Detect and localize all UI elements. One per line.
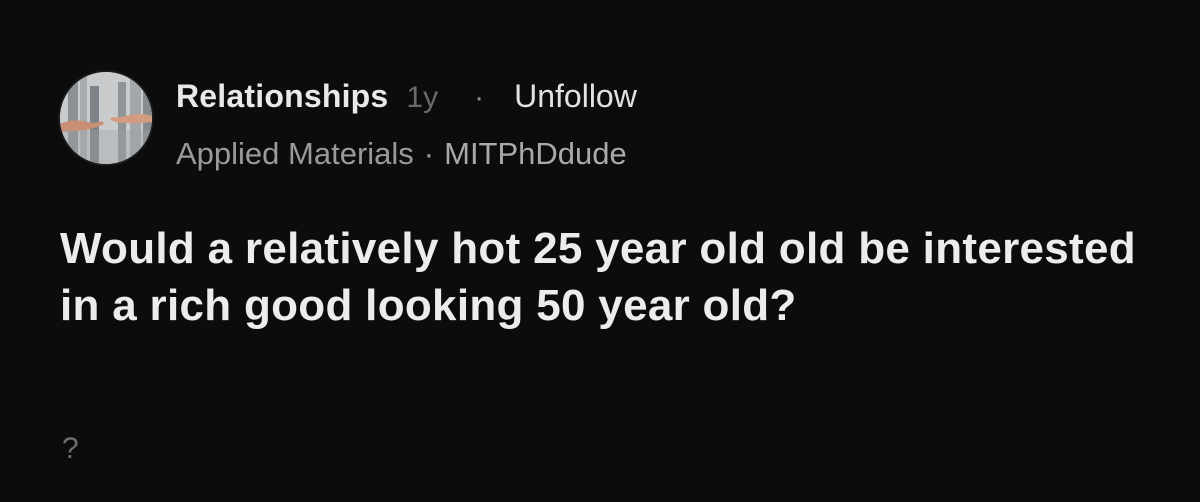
author-company[interactable]: Applied Materials	[176, 136, 414, 172]
community-name[interactable]: Relationships	[176, 78, 388, 115]
separator-dot: ·	[474, 81, 485, 114]
post-meta: Relationships 1y · Unfollow Applied Mate…	[176, 72, 637, 176]
community-avatar[interactable]	[60, 72, 152, 164]
author-username[interactable]: MITPhDdude	[444, 136, 627, 172]
post-header: Relationships 1y · Unfollow Applied Mate…	[60, 72, 637, 176]
post-meta-top-row: Relationships 1y · Unfollow	[176, 78, 637, 122]
author-separator-dot: ·	[423, 136, 435, 171]
post-body: ?	[62, 432, 79, 465]
unfollow-button[interactable]: Unfollow	[514, 78, 637, 115]
post-meta-author-row: Applied Materials · MITPhDdude	[176, 136, 637, 176]
post-title[interactable]: Would a relatively hot 25 year old old b…	[60, 220, 1140, 334]
reaching-hands-icon	[60, 72, 152, 164]
post-age: 1y	[406, 81, 439, 114]
post-card: Relationships 1y · Unfollow Applied Mate…	[0, 0, 1200, 502]
